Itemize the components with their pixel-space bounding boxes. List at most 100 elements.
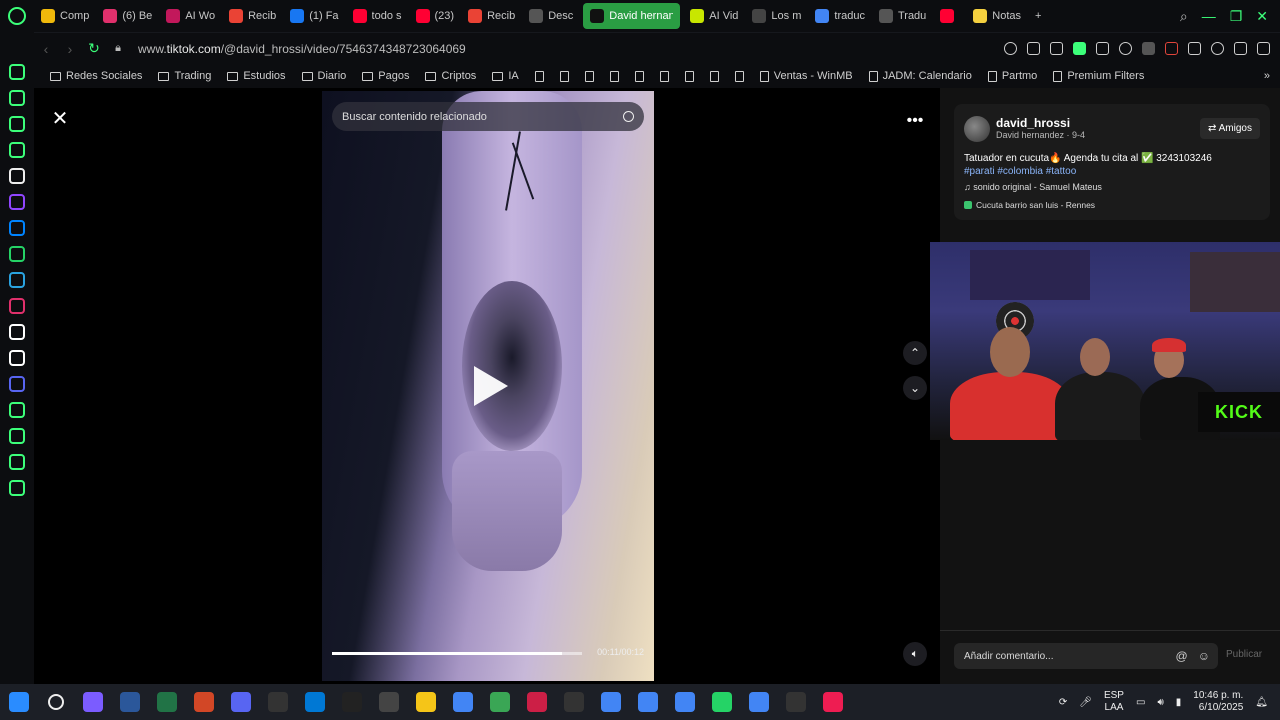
close-window-icon[interactable]: ✕ [1256, 8, 1268, 25]
history-icon[interactable] [9, 428, 25, 444]
tab-9[interactable]: David hernan [583, 3, 681, 29]
tab-3[interactable]: Recib [222, 3, 283, 29]
more-options-button[interactable]: ••• [902, 112, 928, 132]
taskbar-app[interactable] [296, 692, 333, 712]
opera-gx-logo[interactable] [0, 7, 34, 25]
emoji-icon[interactable]: ☺ [1198, 649, 1210, 663]
refresh-icon[interactable]: ⟳ [1059, 697, 1067, 708]
minimize-icon[interactable]: — [1202, 8, 1216, 24]
bookmark-heart-icon[interactable] [1119, 42, 1132, 55]
search-icon[interactable] [623, 111, 634, 122]
bookmark-item[interactable] [679, 70, 700, 82]
easy-setup-icon[interactable] [1257, 42, 1270, 55]
previous-video-button[interactable]: ⌃ [903, 341, 927, 365]
whatsapp-icon[interactable] [9, 246, 25, 262]
refresh-circle-icon[interactable] [9, 64, 25, 80]
comment-input[interactable]: Añadir comentario... @ ☺ [954, 643, 1218, 669]
taskbar-app[interactable] [666, 692, 703, 712]
microphone-icon[interactable]: 🎤︎ [1079, 697, 1092, 708]
taskbar-app[interactable] [370, 692, 407, 712]
taskbar-app[interactable] [74, 692, 111, 712]
network-icon[interactable]: ▭ [1136, 697, 1145, 708]
taskbar-app[interactable] [37, 694, 74, 710]
search-tabs-icon[interactable]: ⌕ [1180, 8, 1188, 25]
bookmark-item[interactable] [654, 70, 675, 82]
tab-13[interactable]: Tradu [872, 3, 933, 29]
bookmark-item[interactable]: Pagos [356, 70, 415, 82]
publish-button[interactable]: Publicar [1226, 649, 1262, 660]
url-field[interactable]: www.tiktok.com/@david_hrossi/video/75463… [138, 42, 466, 56]
mention-icon[interactable]: @ [1176, 649, 1188, 663]
taskbar-app[interactable] [555, 692, 592, 712]
messenger-icon[interactable] [9, 220, 25, 236]
forward-icon[interactable]: › [58, 41, 82, 57]
telegram-icon[interactable] [9, 272, 25, 288]
tab-6[interactable]: (23) [409, 3, 462, 29]
bookmark-item[interactable]: Redes Sociales [44, 70, 148, 82]
gx-icon[interactable] [9, 142, 25, 158]
close-video-button[interactable]: ✕ [48, 106, 72, 130]
reload-icon[interactable]: ↻ [82, 40, 106, 57]
bookmark-item[interactable]: Ventas - WinMB [754, 70, 859, 82]
bookmark-item[interactable]: Premium Filters [1047, 70, 1150, 82]
tiktok-icon[interactable] [9, 324, 25, 340]
instagram-icon[interactable] [9, 298, 25, 314]
bookmark-item[interactable]: Diario [296, 70, 353, 82]
taskbar-app[interactable] [407, 692, 444, 712]
player-icon[interactable] [9, 402, 25, 418]
taskbar-app[interactable] [259, 692, 296, 712]
gx-control-icon[interactable] [1165, 42, 1178, 55]
volume-icon[interactable]: 🔊︎ [1157, 697, 1163, 708]
music-info[interactable]: ♫ sonido original - Samuel Mateus [964, 182, 1102, 192]
taskbar-app[interactable] [333, 692, 370, 712]
extensions-icon[interactable] [1188, 42, 1201, 55]
tab-1[interactable]: (6) Be [96, 3, 159, 29]
next-video-button[interactable]: ⌄ [903, 376, 927, 400]
taskbar-app[interactable] [444, 692, 481, 712]
bookmark-item[interactable]: IA [486, 70, 524, 82]
tab-8[interactable]: Desc [522, 3, 580, 29]
developer-icon[interactable] [1142, 42, 1155, 55]
bookmark-item[interactable] [729, 70, 750, 82]
location-info[interactable]: Cucuta barrio san luis - Rennes [964, 200, 1095, 210]
clock[interactable]: 10:46 p. m. 6/10/2025 [1193, 690, 1243, 714]
taskbar-app[interactable] [814, 692, 851, 712]
bookmarks-overflow-icon[interactable]: » [1264, 70, 1280, 82]
bookmark-item[interactable]: Criptos [419, 70, 482, 82]
tab-12[interactable]: traduc [808, 3, 872, 29]
bookmark-item[interactable]: Estudios [221, 70, 291, 82]
notification-icon[interactable]: 🔔︎ [1255, 697, 1268, 708]
downloads-icon[interactable] [1234, 42, 1247, 55]
bookmark-item[interactable]: Partmo [982, 70, 1043, 82]
extensions-icon[interactable] [9, 454, 25, 470]
video-progress-bar[interactable] [332, 652, 582, 655]
avatar[interactable] [964, 116, 990, 142]
pin-icon[interactable] [1027, 42, 1040, 55]
twitch-icon[interactable] [9, 194, 25, 210]
video-player[interactable]: Buscar contenido relacionado 00:11/00:12 [322, 91, 654, 681]
related-search-input[interactable]: Buscar contenido relacionado [332, 102, 644, 131]
taskbar-app[interactable] [592, 692, 629, 712]
tab-2[interactable]: AI Wo [159, 3, 222, 29]
aria-icon[interactable] [9, 168, 25, 184]
taskbar-app[interactable] [629, 692, 666, 712]
zoom-icon[interactable] [1004, 42, 1017, 55]
battery-icon[interactable]: ▮ [1176, 697, 1182, 708]
taskbar-app[interactable] [703, 692, 740, 712]
bookmark-item[interactable]: Trading [152, 70, 217, 82]
discord-icon[interactable] [9, 376, 25, 392]
x-icon[interactable] [9, 350, 25, 366]
bookmark-item[interactable] [554, 70, 575, 82]
taskbar-app[interactable] [222, 692, 259, 712]
taskbar-app[interactable] [0, 692, 37, 712]
tab-11[interactable]: Los m [745, 3, 808, 29]
taskbar-app[interactable] [740, 692, 777, 712]
taskbar-app[interactable] [148, 692, 185, 712]
bookmark-item[interactable] [529, 70, 550, 82]
bookmark-item[interactable] [704, 70, 725, 82]
taskbar-app[interactable] [111, 692, 148, 712]
bookmark-item[interactable] [579, 70, 600, 82]
tab-7[interactable]: Recib [461, 3, 522, 29]
snapshot-icon[interactable] [1050, 42, 1063, 55]
tab-14[interactable] [933, 3, 966, 29]
